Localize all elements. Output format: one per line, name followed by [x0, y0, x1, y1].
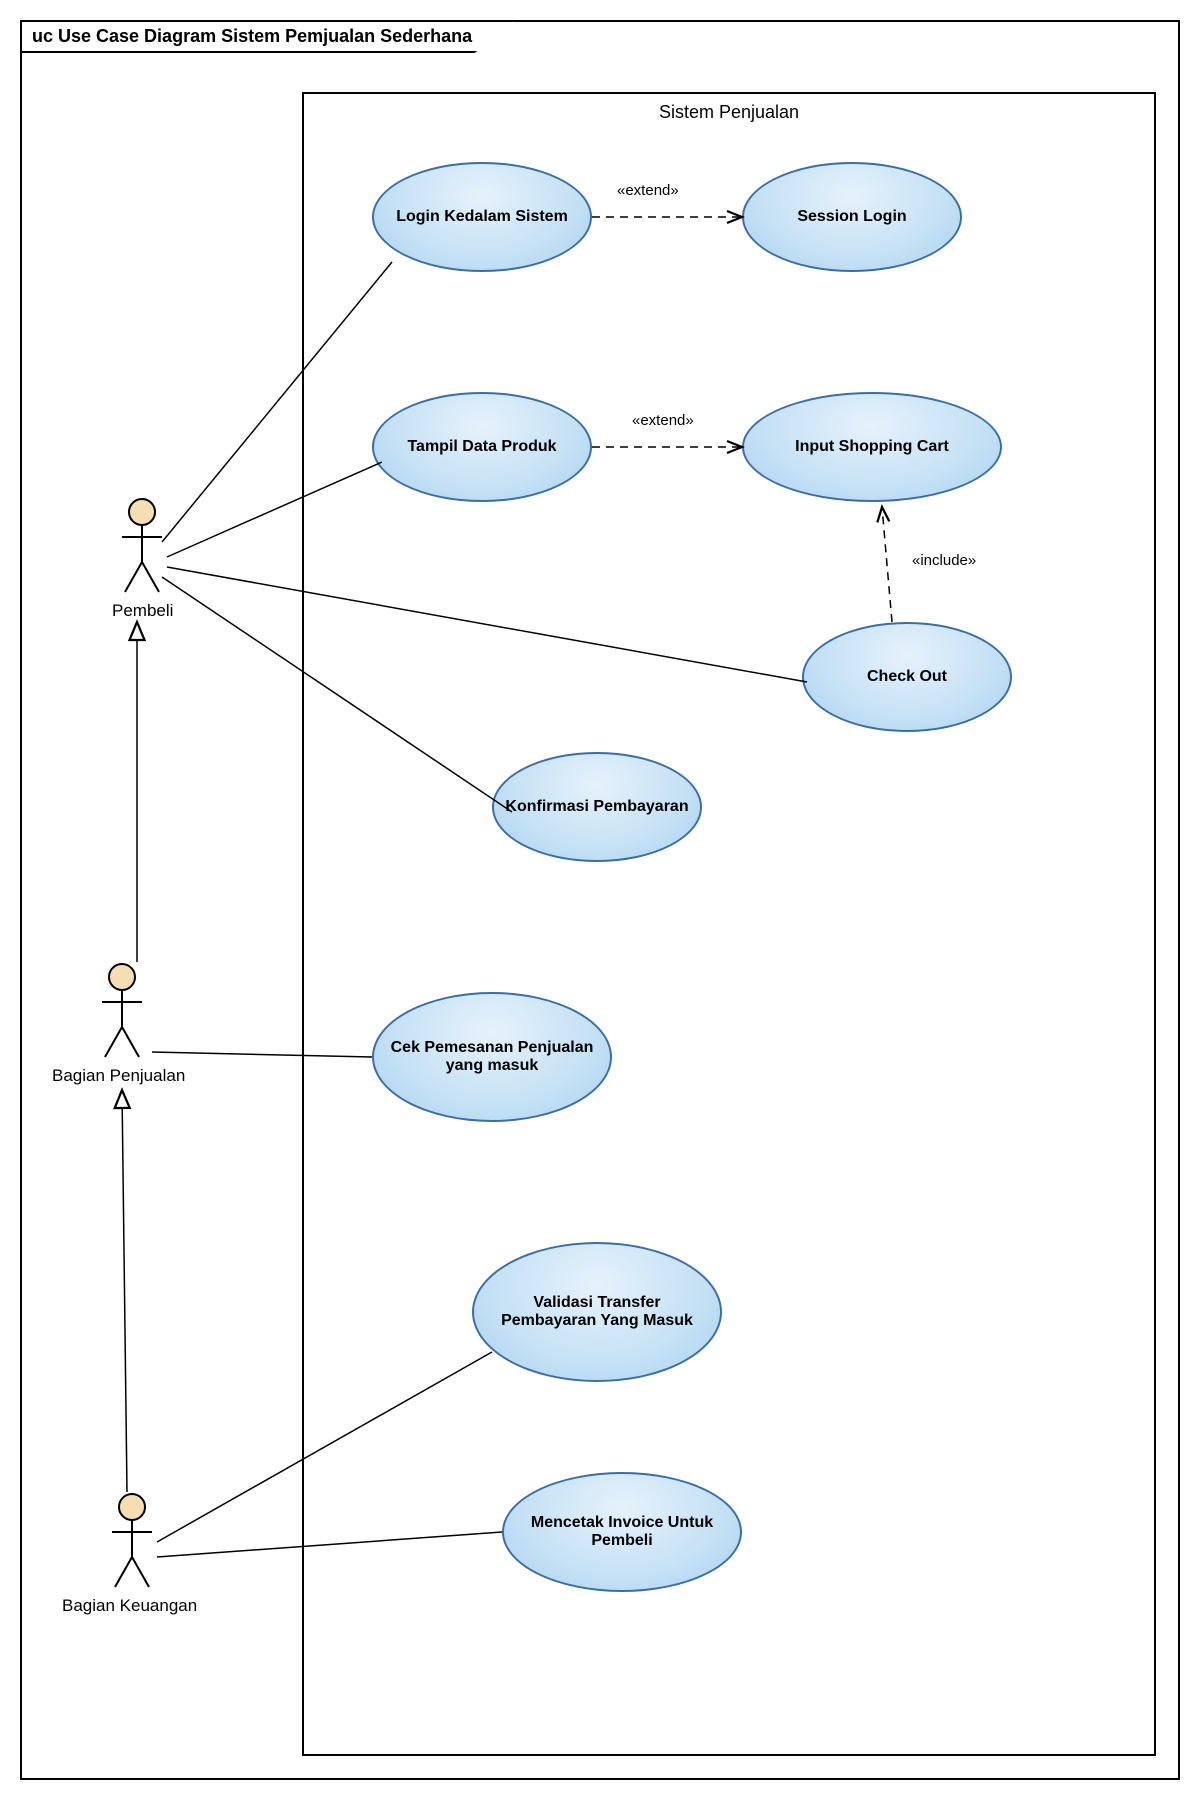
usecase-cek: Cek Pemesanan Penjualan yang masuk — [372, 992, 612, 1122]
actor-icon — [117, 497, 167, 597]
relation-extend-1: «extend» — [617, 182, 679, 199]
actor-bagian-penjualan: Bagian Penjualan — [92, 962, 152, 1086]
usecase-label: Cek Pemesanan Penjualan yang masuk — [384, 1039, 600, 1075]
diagram-title: uc Use Case Diagram Sistem Pemjualan Sed… — [20, 20, 514, 53]
actor-label-keuangan: Bagian Keuangan — [62, 1596, 162, 1616]
usecase-konfirmasi: Konfirmasi Pembayaran — [492, 752, 702, 862]
usecase-cart: Input Shopping Cart — [742, 392, 1002, 502]
usecase-tampil: Tampil Data Produk — [372, 392, 592, 502]
usecase-checkout: Check Out — [802, 622, 1012, 732]
relation-include-1: «include» — [912, 552, 976, 569]
usecase-invoice: Mencetak Invoice Untuk Pembeli — [502, 1472, 742, 1592]
usecase-label: Mencetak Invoice Untuk Pembeli — [514, 1514, 730, 1550]
usecase-label: Login Kedalam Sistem — [396, 208, 568, 226]
actor-label-pembeli: Pembeli — [112, 601, 172, 621]
usecase-label: Check Out — [867, 668, 947, 686]
usecase-label: Session Login — [797, 208, 906, 226]
usecase-label: Validasi Transfer Pembayaran Yang Masuk — [484, 1294, 710, 1330]
actor-pembeli: Pembeli — [112, 497, 172, 621]
diagram-frame: uc Use Case Diagram Sistem Pemjualan Sed… — [20, 20, 1180, 1780]
usecase-label: Input Shopping Cart — [795, 438, 949, 456]
usecase-label: Tampil Data Produk — [407, 438, 556, 456]
actor-label-penjualan: Bagian Penjualan — [52, 1066, 152, 1086]
actor-icon — [107, 1492, 157, 1592]
usecase-validasi: Validasi Transfer Pembayaran Yang Masuk — [472, 1242, 722, 1382]
relation-extend-2: «extend» — [632, 412, 694, 429]
usecase-login: Login Kedalam Sistem — [372, 162, 592, 272]
actor-icon — [97, 962, 147, 1062]
system-name: Sistem Penjualan — [304, 102, 1154, 123]
usecase-label: Konfirmasi Pembayaran — [505, 798, 688, 816]
actor-bagian-keuangan: Bagian Keuangan — [102, 1492, 162, 1616]
usecase-session: Session Login — [742, 162, 962, 272]
